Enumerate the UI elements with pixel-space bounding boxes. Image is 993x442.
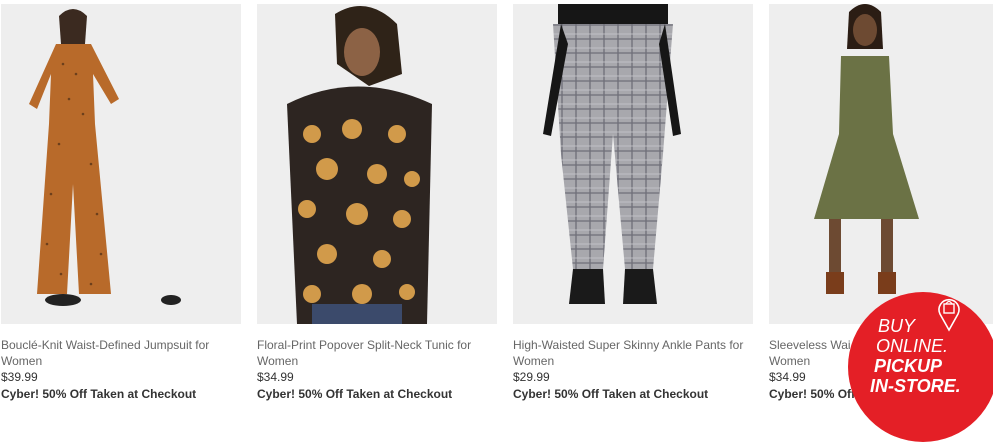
badge-line-4: IN-STORE. (870, 376, 961, 396)
product-card[interactable]: Bouclé-Knit Waist-Defined Jumpsuit for W… (1, 4, 241, 403)
product-price: $34.99 (257, 370, 294, 384)
shopping-bag-pin-icon (938, 298, 960, 332)
product-promo: Cyber! 50% Off Taken at Checkout (513, 387, 709, 401)
product-promo: Cyber! 50% Off Taken at Checkout (1, 387, 197, 401)
product-title[interactable]: Bouclé-Knit Waist-Defined Jumpsuit for W… (1, 337, 241, 369)
badge-line-1: BUY (878, 316, 916, 336)
product-title-line1[interactable]: Sleeveless Wai (769, 338, 851, 352)
product-title[interactable]: High-Waisted Super Skinny Ankle Pants fo… (513, 337, 753, 369)
product-image[interactable] (257, 4, 497, 324)
buy-online-pickup-badge[interactable]: BUY ONLINE. PICKUP IN-STORE. (848, 292, 993, 442)
product-card[interactable]: High-Waisted Super Skinny Ankle Pants fo… (513, 4, 753, 403)
product-card[interactable]: Floral-Print Popover Split-Neck Tunic fo… (257, 4, 497, 403)
product-image[interactable] (1, 4, 241, 324)
product-image[interactable] (513, 4, 753, 324)
product-price: $39.99 (1, 370, 38, 384)
badge-line-2: ONLINE. (876, 336, 949, 356)
badge-line-3: PICKUP (874, 356, 943, 376)
product-title[interactable]: Floral-Print Popover Split-Neck Tunic fo… (257, 337, 497, 369)
product-image[interactable] (769, 4, 993, 324)
product-title-line2[interactable]: Women (769, 354, 810, 368)
product-promo: Cyber! 50% Off Taken at Checkout (257, 387, 453, 401)
product-price: $29.99 (513, 370, 550, 384)
